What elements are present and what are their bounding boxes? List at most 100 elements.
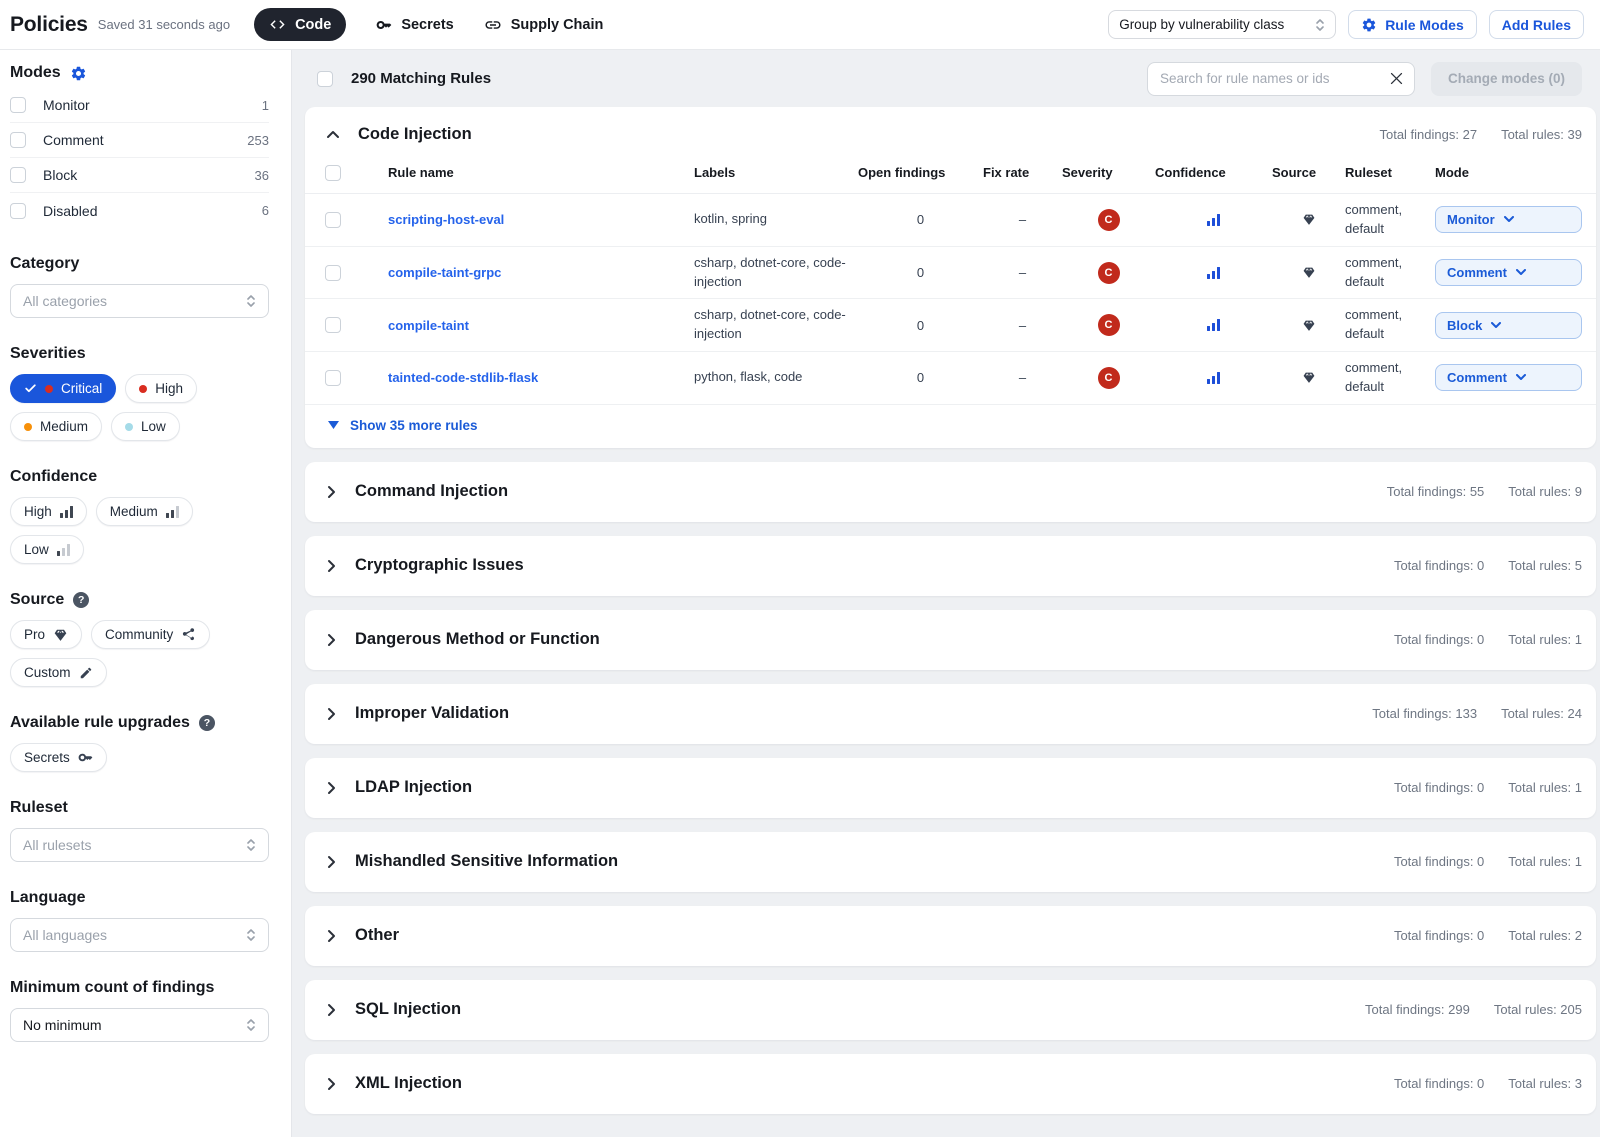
pro-gem-icon [1302, 213, 1316, 226]
rule-name-link[interactable]: compile-taint-grpc [388, 265, 694, 280]
table-row: tainted-code-stdlib-flask python, flask,… [305, 352, 1596, 405]
severity-chip-low[interactable]: Low [111, 412, 180, 441]
severity-chip-high[interactable]: High [125, 374, 197, 403]
checkbox[interactable] [10, 203, 26, 219]
section-card-cryptographic-issues[interactable]: Cryptographic Issues Total findings: 0 T… [305, 536, 1596, 596]
gear-icon[interactable] [70, 65, 87, 82]
product-tabs: Code Secrets Supply Chain [254, 8, 603, 41]
ruleset-select[interactable]: All rulesets [10, 828, 269, 862]
mode-dropdown[interactable]: Monitor [1435, 206, 1582, 233]
fix-rate-value: – [1019, 318, 1026, 333]
mode-dropdown[interactable]: Comment [1435, 259, 1582, 286]
section-card-improper-validation[interactable]: Improper Validation Total findings: 133 … [305, 684, 1596, 744]
total-findings: Total findings: 27 [1379, 127, 1477, 142]
tab-supply-chain[interactable]: Supply Chain [484, 16, 604, 34]
severity-chip-medium[interactable]: Medium [10, 412, 102, 441]
rule-modes-label: Rule Modes [1385, 17, 1464, 33]
language-section: Language All languages [10, 889, 269, 952]
mode-dropdown[interactable]: Comment [1435, 364, 1582, 391]
confidence-chip-low[interactable]: Low [10, 535, 84, 564]
confidence-bars-icon [1207, 319, 1220, 331]
help-icon[interactable]: ? [73, 592, 89, 608]
select-all-checkbox[interactable] [317, 71, 333, 87]
row-checkbox[interactable] [325, 212, 341, 228]
section-totals: Total findings: 55 Total rules: 9 [1387, 484, 1582, 499]
select-section-checkbox[interactable] [325, 165, 341, 181]
severity-chip-critical[interactable]: Critical [10, 374, 116, 403]
confidence-bars-icon [1207, 267, 1220, 279]
section-totals: Total findings: 133 Total rules: 24 [1372, 706, 1582, 721]
chevron-right-icon [326, 1003, 337, 1017]
rule-name-link[interactable]: tainted-code-stdlib-flask [388, 370, 694, 385]
total-rules: Total rules: 3 [1508, 1076, 1582, 1091]
mode-filter-monitor[interactable]: Monitor 1 [10, 88, 269, 123]
category-select[interactable]: All categories [10, 284, 269, 318]
section-card-sql-injection[interactable]: SQL Injection Total findings: 299 Total … [305, 980, 1596, 1040]
language-select[interactable]: All languages [10, 918, 269, 952]
saved-status: Saved 31 seconds ago [98, 17, 230, 32]
rule-name-link[interactable]: compile-taint [388, 318, 694, 333]
mode-dropdown[interactable]: Block [1435, 312, 1582, 339]
pen-nib-icon [79, 666, 93, 680]
source-chip-community[interactable]: Community [91, 620, 210, 649]
checkbox[interactable] [10, 132, 26, 148]
change-modes-button[interactable]: Change modes (0) [1431, 62, 1582, 96]
ruleset-value: comment, default [1345, 352, 1435, 404]
section-card-mishandled-sensitive-information[interactable]: Mishandled Sensitive Information Total f… [305, 832, 1596, 892]
upgrades-section: Available rule upgrades ? Secrets [10, 714, 269, 772]
confidence-chip-medium[interactable]: Medium [96, 497, 193, 526]
chevron-right-icon [326, 707, 337, 721]
show-more-rules-link[interactable]: Show 35 more rules [305, 405, 1596, 448]
section-card-xml-injection[interactable]: XML Injection Total findings: 0 Total ru… [305, 1054, 1596, 1114]
group-by-value: Group by vulnerability class [1119, 17, 1284, 32]
row-checkbox[interactable] [325, 370, 341, 386]
total-findings: Total findings: 133 [1372, 706, 1477, 721]
source-title-label: Source [10, 591, 64, 609]
col-mode: Mode [1435, 165, 1582, 180]
source-chip-pro[interactable]: Pro [10, 620, 82, 649]
severity-label: Medium [40, 419, 88, 434]
search-input[interactable] [1147, 62, 1415, 96]
total-rules: Total rules: 5 [1508, 558, 1582, 573]
total-rules: Total rules: 1 [1508, 780, 1582, 795]
section-card-dangerous-method[interactable]: Dangerous Method or Function Total findi… [305, 610, 1596, 670]
min-findings-select[interactable]: No minimum [10, 1008, 269, 1042]
checkbox[interactable] [10, 97, 26, 113]
upgrade-chip-secrets[interactable]: Secrets [10, 743, 107, 772]
rule-modes-button[interactable]: Rule Modes [1348, 10, 1477, 39]
mode-filter-comment[interactable]: Comment 253 [10, 123, 269, 158]
section-card-ldap-injection[interactable]: LDAP Injection Total findings: 0 Total r… [305, 758, 1596, 818]
source-chip-custom[interactable]: Custom [10, 658, 107, 687]
section-title: Code Injection [358, 125, 472, 144]
clear-search-icon[interactable] [1388, 70, 1405, 87]
tab-secrets[interactable]: Secrets [376, 17, 453, 33]
link-icon [484, 16, 502, 34]
checkbox[interactable] [10, 167, 26, 183]
total-rules: Total rules: 24 [1501, 706, 1582, 721]
tab-code-label: Code [295, 17, 331, 33]
chevron-down-icon [1491, 322, 1501, 329]
section-card-other[interactable]: Other Total findings: 0 Total rules: 2 [305, 906, 1596, 966]
confidence-chip-high[interactable]: High [10, 497, 87, 526]
chevron-right-icon [326, 485, 337, 499]
row-checkbox[interactable] [325, 317, 341, 333]
ruleset-section: Ruleset All rulesets [10, 799, 269, 862]
confidence-bars-icon [1207, 214, 1220, 226]
add-rules-button[interactable]: Add Rules [1489, 10, 1584, 39]
confidence-label: Medium [110, 504, 158, 519]
fix-rate-value: – [1019, 265, 1026, 280]
page-title: Policies [10, 13, 88, 37]
section-header-code-injection[interactable]: Code Injection Total findings: 27 Total … [305, 107, 1596, 152]
section-card-command-injection[interactable]: Command Injection Total findings: 55 Tot… [305, 462, 1596, 522]
mode-filter-disabled[interactable]: Disabled 6 [10, 193, 269, 228]
rule-name-link[interactable]: scripting-host-eval [388, 212, 694, 227]
rule-labels: csharp, dotnet-core, code-injection [694, 247, 858, 299]
tab-code[interactable]: Code [254, 8, 346, 41]
row-checkbox[interactable] [325, 265, 341, 281]
add-rules-label: Add Rules [1502, 17, 1571, 33]
help-icon[interactable]: ? [199, 715, 215, 731]
group-by-select[interactable]: Group by vulnerability class [1108, 10, 1336, 39]
ruleset-value: comment, default [1345, 194, 1435, 246]
mode-filter-block[interactable]: Block 36 [10, 158, 269, 193]
total-rules: Total rules: 39 [1501, 127, 1582, 142]
